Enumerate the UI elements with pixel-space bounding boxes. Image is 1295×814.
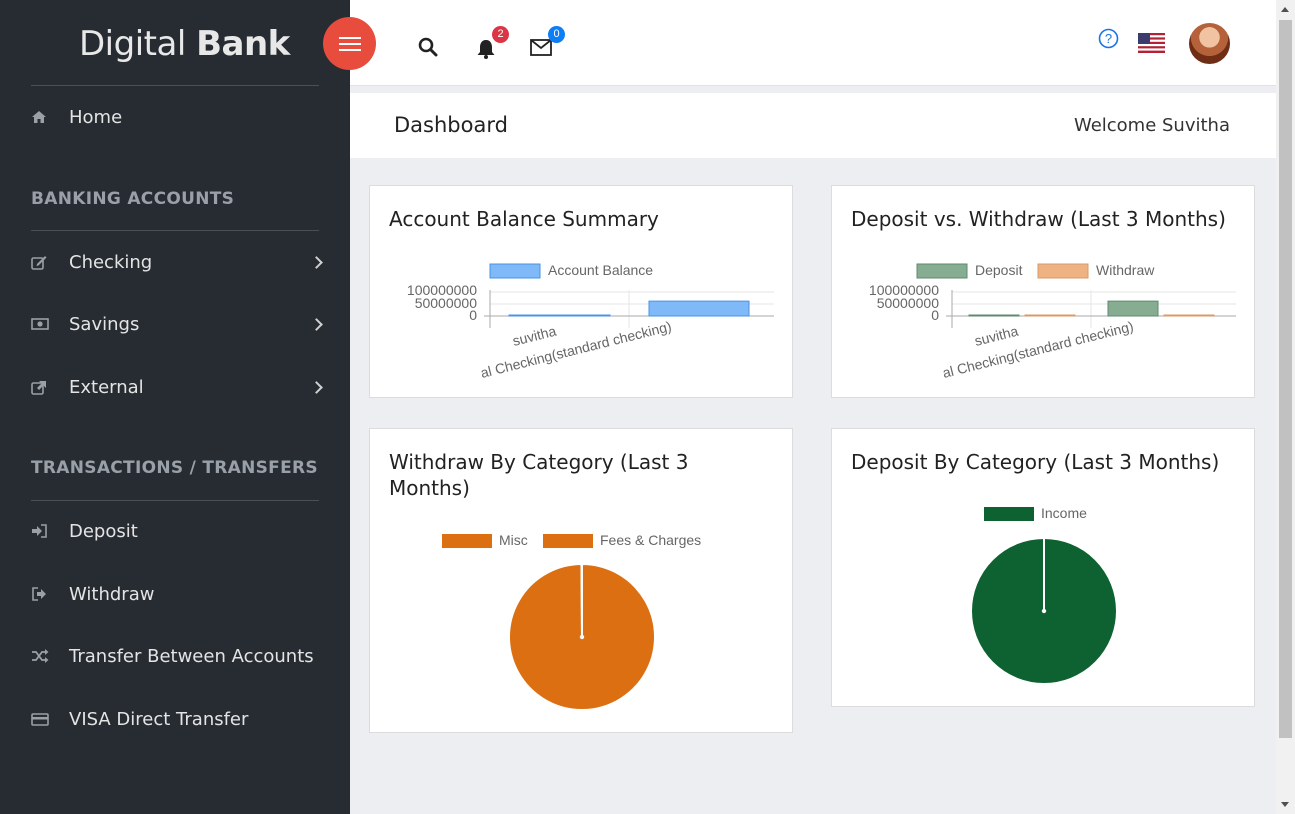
money-icon: [31, 316, 49, 332]
legend-swatch-income: [984, 507, 1034, 521]
sign-in-icon: [31, 523, 49, 539]
deposit-vs-withdraw-card: Deposit vs. Withdraw (Last 3 Months) Dep…: [831, 185, 1255, 398]
sidebar-item-label: External: [69, 376, 144, 398]
legend-label-income: Income: [1041, 505, 1087, 521]
legend-label-misc: Misc: [499, 532, 528, 548]
sidebar-item-deposit[interactable]: Deposit: [31, 513, 321, 549]
bar-withdraw-individual-checking: [1163, 314, 1215, 317]
sidebar-item-home[interactable]: Home: [31, 99, 321, 135]
sidebar-item-label: Savings: [69, 313, 140, 335]
legend-label-deposit: Deposit: [975, 262, 1023, 278]
x-tick-label: suvitha: [973, 323, 1020, 349]
sidebar: Digital Bank Home BANKING ACCOUNTS Check…: [0, 0, 350, 814]
sign-out-icon: [31, 586, 49, 602]
deposit-by-category-card: Deposit By Category (Last 3 Months) Inco…: [831, 428, 1255, 707]
deposit-by-category-chart: Income: [970, 505, 1118, 685]
legend-swatch-withdraw: [1037, 263, 1089, 279]
bar-deposit-suvitha: [968, 314, 1020, 317]
sidebar-item-checking[interactable]: Checking: [31, 244, 323, 280]
withdraw-by-category-card: Withdraw By Category (Last 3 Months) Mis…: [369, 428, 793, 733]
deposit-vs-withdraw-chart: Deposit Withdraw 100000000 50000000 0 su…: [869, 262, 1236, 381]
menu-toggle-button[interactable]: [323, 17, 376, 70]
logo-area: Digital Bank: [0, 0, 350, 86]
x-tick-label: al Checking(standard checking): [479, 318, 673, 381]
logo-bold-text: Bank: [196, 24, 290, 64]
notifications-count-badge: 2: [492, 26, 509, 43]
legend-swatch-fees-charges: [543, 534, 593, 548]
y-tick-label: 0: [931, 307, 939, 323]
sidebar-item-label: Deposit: [69, 520, 138, 542]
sidebar-item-label: Transfer Between Accounts: [69, 645, 314, 667]
scrollbar-thumb[interactable]: [1279, 20, 1292, 738]
bar-withdraw-suvitha: [1024, 314, 1076, 317]
divider: [31, 230, 319, 231]
account-balance-chart: Account Balance 100000000 50000000 0 suv…: [407, 262, 774, 381]
legend-label-fees-charges: Fees & Charges: [600, 532, 701, 548]
messages-count-badge: 0: [548, 26, 565, 43]
y-tick-label: 50000000: [877, 295, 940, 311]
legend-swatch-misc: [442, 534, 492, 548]
menu-icon: [338, 36, 361, 51]
top-header: 2 0 ?: [350, 0, 1276, 86]
section-title-banking-accounts: BANKING ACCOUNTS: [31, 189, 235, 209]
chevron-right-icon: [310, 255, 323, 269]
notifications-bell-icon[interactable]: [475, 38, 497, 65]
y-tick-label: 50000000: [415, 295, 478, 311]
svg-text:?: ?: [1105, 31, 1112, 46]
external-link-icon: [31, 379, 49, 395]
welcome-message: Welcome Suvitha: [1073, 115, 1230, 136]
sidebar-item-label: Checking: [69, 251, 153, 273]
pie: [507, 562, 656, 711]
chevron-right-icon: [310, 380, 323, 394]
edit-icon: [31, 254, 49, 270]
page-header: Dashboard Welcome Suvitha: [350, 93, 1276, 158]
home-icon: [31, 109, 49, 125]
bar-account-balance-individual-checking: [648, 300, 750, 317]
sidebar-item-transfer[interactable]: Transfer Between Accounts: [31, 638, 321, 674]
scroll-down-arrow-icon[interactable]: [1281, 802, 1289, 807]
page-scrollbar[interactable]: [1276, 0, 1295, 814]
us-flag-icon[interactable]: [1138, 33, 1165, 58]
withdraw-by-category-chart: Misc Fees & Charges: [442, 532, 701, 711]
user-avatar[interactable]: [1189, 23, 1230, 64]
section-title-transactions: TRANSACTIONS / TRANSFERS: [31, 458, 318, 478]
page-title: Dashboard: [394, 113, 508, 137]
bar-deposit-individual-checking: [1107, 300, 1159, 317]
x-tick-label: al Checking(standard checking): [941, 318, 1135, 381]
help-question-icon[interactable]: ?: [1098, 28, 1119, 54]
sidebar-item-savings[interactable]: Savings: [31, 306, 323, 342]
sidebar-item-withdraw[interactable]: Withdraw: [31, 576, 321, 612]
y-tick-label: 0: [469, 307, 477, 323]
legend-swatch-deposit: [916, 263, 968, 279]
bar-account-balance-suvitha: [508, 314, 611, 317]
divider: [31, 85, 319, 86]
logo-light-text: Digital: [79, 24, 186, 64]
legend-swatch-account-balance: [489, 263, 541, 279]
sidebar-item-visa-direct[interactable]: VISA Direct Transfer: [31, 701, 321, 737]
credit-card-icon: [31, 711, 49, 727]
shuffle-icon: [31, 648, 49, 664]
pie-center-point: [1041, 608, 1047, 614]
sidebar-item-external[interactable]: External: [31, 369, 323, 405]
chevron-right-icon: [310, 317, 323, 331]
legend-label-account-balance: Account Balance: [548, 262, 653, 278]
messages-envelope-icon[interactable]: [530, 39, 552, 61]
account-balance-card: Account Balance Summary Account Balance …: [369, 185, 793, 398]
sidebar-item-label: VISA Direct Transfer: [69, 708, 249, 730]
x-tick-label: suvitha: [511, 323, 558, 349]
legend-label-withdraw: Withdraw: [1096, 262, 1155, 278]
sidebar-item-label: Home: [69, 106, 123, 128]
search-icon[interactable]: [418, 37, 438, 62]
pie-center-point: [579, 634, 585, 640]
sidebar-item-label: Withdraw: [69, 583, 155, 605]
app-logo[interactable]: Digital Bank: [79, 24, 290, 64]
scroll-up-arrow-icon[interactable]: [1281, 7, 1289, 12]
pie: [970, 537, 1118, 685]
divider: [31, 500, 319, 501]
